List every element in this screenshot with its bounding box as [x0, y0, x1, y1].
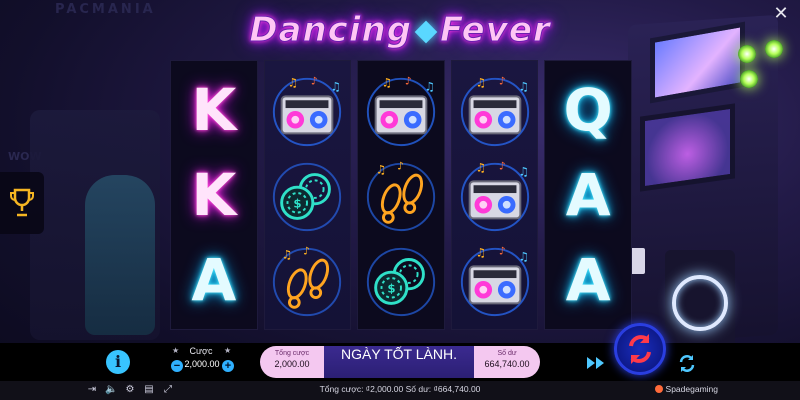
boombox-symbol-icon: ♫ ♪ ♫: [267, 70, 347, 150]
background-chair: [85, 175, 155, 335]
svg-text:♫: ♫: [475, 246, 485, 260]
svg-text:♫: ♫: [376, 163, 386, 177]
letter-symbol-text: A: [565, 160, 611, 229]
svg-text:♫: ♫: [331, 79, 341, 93]
spin-button[interactable]: [614, 323, 666, 375]
svg-text:♫: ♫: [282, 248, 292, 262]
svg-text:♫: ♫: [424, 79, 434, 93]
svg-text:♪: ♪: [498, 245, 505, 258]
turbo-button[interactable]: [676, 352, 698, 374]
bet-value: 2,000.00: [184, 359, 220, 369]
boombox-symbol-icon: ♫ ♪ ♫: [455, 70, 535, 150]
letter-symbol: A: [548, 240, 628, 320]
svg-text:♪: ♪: [498, 74, 505, 87]
letter-symbol: K: [174, 70, 254, 150]
letter-symbol-text: A: [191, 246, 237, 315]
speaker-ring-icon: [672, 275, 728, 331]
title-diamond-icon: [414, 20, 438, 43]
balance-value: 664,740.00: [484, 359, 530, 369]
fast-forward-icon: [587, 357, 604, 369]
letter-symbol-text: K: [191, 75, 237, 144]
game-title: Dancing Fever: [0, 10, 800, 51]
total-bet-box: Tổng cược 2,000.00: [260, 346, 324, 378]
refresh-icon: [679, 355, 695, 372]
bet-label: Cược: [189, 346, 213, 356]
background-screen-lower: [640, 103, 735, 192]
provider-name: Spadegaming: [665, 384, 718, 394]
bet-decrease-button[interactable]: −: [171, 360, 183, 372]
letter-symbol: A: [548, 155, 628, 235]
letter-symbol-text: A: [565, 246, 611, 315]
reel-1: KKA: [170, 60, 258, 330]
reel-3: ♫ ♪ ♫ ♫ ♪ $: [357, 60, 445, 330]
svg-text:♫: ♫: [518, 79, 528, 93]
star-icon: ★: [172, 346, 180, 355]
boombox-symbol-icon: ♫ ♪ ♫: [455, 155, 535, 235]
trophy-icon: [10, 188, 34, 217]
title-left: Dancing: [249, 10, 413, 51]
chips-symbol-icon: $: [267, 155, 347, 235]
svg-text:♫: ♫: [381, 75, 391, 89]
letter-symbol-text: Q: [563, 75, 613, 144]
svg-text:♫: ♫: [518, 164, 528, 178]
balance-box: Số dư 664,740.00: [474, 346, 540, 378]
svg-text:♫: ♫: [518, 250, 528, 264]
svg-text:♫: ♫: [475, 161, 485, 175]
total-bet-label: Tổng cược: [274, 350, 310, 357]
boombox-symbol-icon: ♫ ♪ ♫: [455, 240, 535, 320]
chips-symbol-icon: $: [361, 240, 441, 320]
svg-text:♪: ♪: [303, 245, 310, 258]
svg-text:♫: ♫: [475, 75, 485, 89]
boombox-symbol-icon: ♫ ♪ ♫: [361, 70, 441, 150]
info-button[interactable]: i: [106, 350, 130, 374]
letter-symbol: A: [174, 240, 254, 320]
bet-increase-button[interactable]: +: [222, 360, 234, 372]
svg-text:♪: ♪: [498, 160, 505, 173]
reel-grid: KKA ♫ ♪ ♫ $ ♫ ♪ ♫ ♪ ♫ ♫ ♪ $ ♫ ♪ ♫ ♫ ♪ ♫ …: [170, 60, 632, 330]
reel-5: QAA: [544, 60, 632, 330]
total-bet-value: 2,000.00: [274, 359, 310, 369]
reel-2: ♫ ♪ ♫ $ ♫ ♪: [263, 60, 352, 330]
message-text: NGÀY TỐT LÀNH.: [324, 346, 474, 378]
reel-4: ♫ ♪ ♫ ♫ ♪ ♫ ♫ ♪ ♫: [450, 60, 539, 330]
title-right: Fever: [440, 10, 551, 51]
message-panel: Tổng cược 2,000.00 NGÀY TỐT LÀNH. Số dư …: [260, 346, 540, 378]
svg-text:$: $: [294, 197, 302, 211]
svg-text:♫: ♫: [288, 75, 298, 89]
svg-text:♪: ♪: [397, 160, 404, 173]
provider-logo-icon: [654, 385, 663, 393]
close-button[interactable]: ✕: [770, 3, 792, 25]
letter-symbol: K: [174, 155, 254, 235]
svg-text:♪: ♪: [311, 74, 318, 87]
letter-symbol: Q: [548, 70, 628, 150]
green-light-icon: [740, 70, 758, 88]
footsteps-symbol-icon: ♫ ♪: [267, 240, 347, 320]
balance-label: Số dư: [497, 350, 517, 357]
letter-symbol-text: K: [191, 160, 237, 229]
svg-text:$: $: [387, 282, 395, 296]
footsteps-symbol-icon: ♫ ♪: [361, 155, 441, 235]
svg-text:♪: ♪: [405, 74, 412, 87]
trophy-button[interactable]: [0, 172, 44, 234]
star-icon: ★: [224, 346, 232, 355]
spin-arrows-icon: [629, 334, 651, 364]
autoplay-button[interactable]: [585, 352, 607, 374]
provider-logo: Spadegaming: [654, 384, 718, 394]
